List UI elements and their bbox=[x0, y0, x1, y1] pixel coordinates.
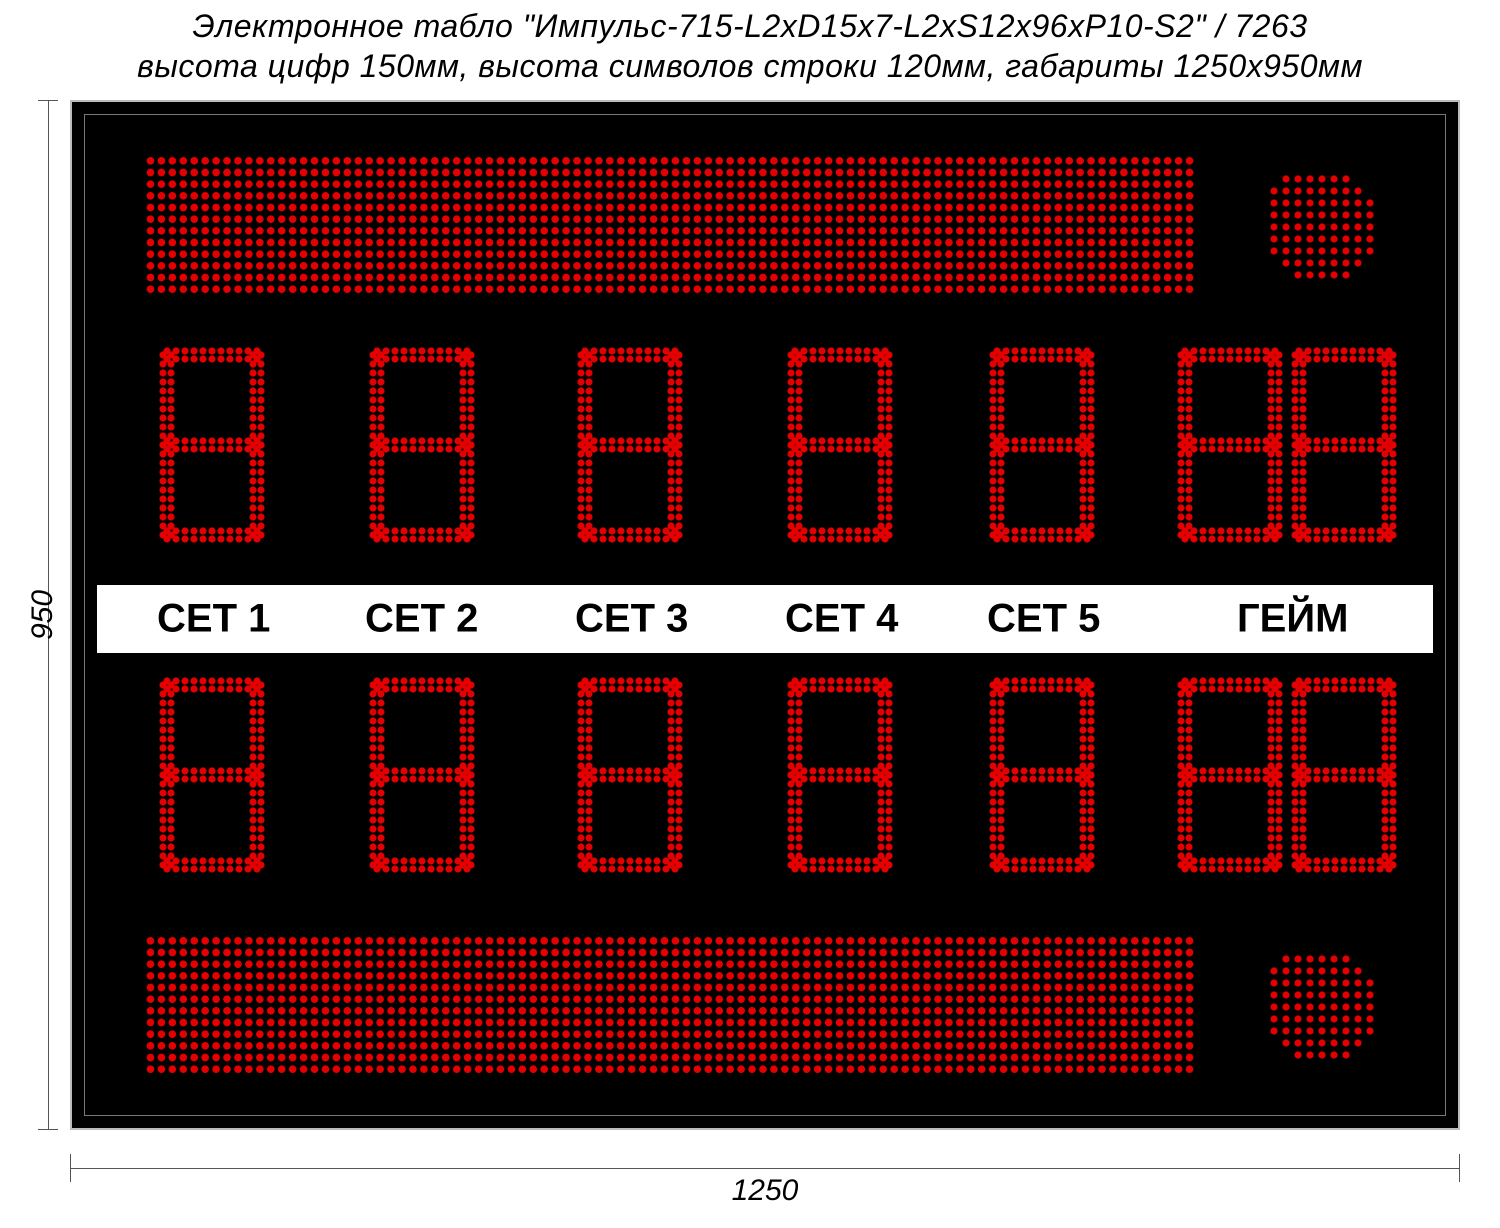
set4-bottom bbox=[785, 675, 895, 875]
width-label: 1250 bbox=[70, 1174, 1460, 1208]
title-line2: высота цифр 150мм, высота символов строк… bbox=[0, 46, 1500, 86]
serve-indicator-top bbox=[1255, 160, 1385, 290]
label-set1: СЕТ 1 bbox=[157, 597, 270, 642]
set2-top bbox=[367, 345, 477, 545]
scoreboard-panel: СЕТ 1 СЕТ 2 СЕТ 3 СЕТ 4 СЕТ 5 ГЕЙМ bbox=[70, 100, 1460, 1130]
diagram-title: Электронное табло "Импульс-715-L2xD15x7-… bbox=[0, 0, 1500, 86]
score-row-bottom bbox=[85, 675, 1445, 885]
text-line-bottom bbox=[145, 935, 1195, 1075]
set2-bottom bbox=[367, 675, 477, 875]
label-set4: СЕТ 4 bbox=[785, 597, 898, 642]
label-set3: СЕТ 3 bbox=[575, 597, 688, 642]
game-bottom bbox=[1175, 675, 1399, 875]
set4-top bbox=[785, 345, 895, 545]
set5-bottom bbox=[987, 675, 1097, 875]
label-set5: СЕТ 5 bbox=[987, 597, 1100, 642]
set1-bottom bbox=[157, 675, 267, 875]
text-line-top bbox=[145, 155, 1195, 295]
serve-indicator-bottom bbox=[1255, 940, 1385, 1070]
set3-top bbox=[575, 345, 685, 545]
game-top bbox=[1175, 345, 1399, 545]
label-set2: СЕТ 2 bbox=[365, 597, 478, 642]
label-bar: СЕТ 1 СЕТ 2 СЕТ 3 СЕТ 4 СЕТ 5 ГЕЙМ bbox=[97, 585, 1433, 653]
set3-bottom bbox=[575, 675, 685, 875]
set5-top bbox=[987, 345, 1097, 545]
height-label: 950 bbox=[26, 590, 60, 640]
label-game: ГЕЙМ bbox=[1237, 597, 1348, 642]
title-line1: Электронное табло "Импульс-715-L2xD15x7-… bbox=[0, 6, 1500, 46]
score-row-top bbox=[85, 345, 1445, 555]
set1-top bbox=[157, 345, 267, 545]
width-dimension: 1250 bbox=[70, 1140, 1460, 1200]
height-dimension: 950 bbox=[28, 100, 68, 1130]
